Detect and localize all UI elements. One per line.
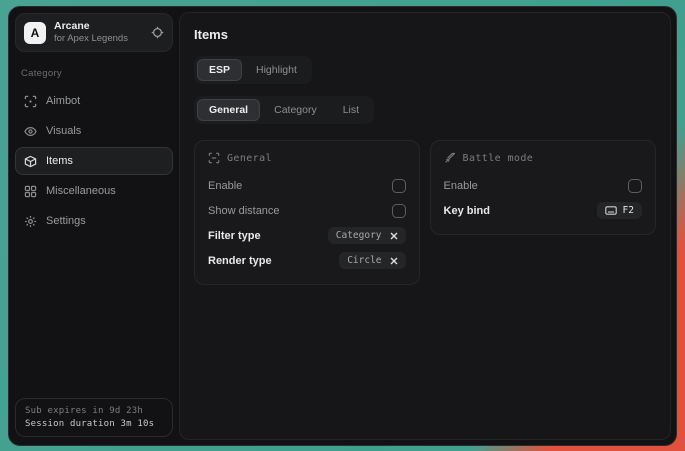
general-settings-card: General Enable Show distance Filter type…	[194, 140, 420, 285]
secondary-tab-group: General Category List	[194, 96, 374, 124]
setting-row-render-type: Render type Circle	[208, 248, 406, 273]
primary-tab-group: ESP Highlight	[194, 56, 312, 84]
render-type-select[interactable]: Circle	[339, 252, 405, 269]
sidebar-item-label: Items	[46, 155, 73, 167]
battle-mode-card: Battle mode Enable Key bind	[430, 140, 656, 235]
setting-row-enable: Enable	[208, 173, 406, 198]
sidebar-section-label: Category	[21, 68, 173, 79]
battle-enable-checkbox[interactable]	[628, 179, 642, 193]
setting-label: Show distance	[208, 205, 280, 217]
panel-header: General	[208, 152, 406, 164]
enable-checkbox[interactable]	[392, 179, 406, 193]
tab-list[interactable]: List	[331, 99, 371, 121]
scan-icon	[208, 152, 220, 164]
sidebar-item-aimbot[interactable]: Aimbot	[15, 87, 173, 115]
setting-label: Enable	[208, 180, 242, 192]
main-panel: Items ESP Highlight General Category Lis…	[179, 12, 671, 440]
setting-row-show-distance: Show distance	[208, 198, 406, 223]
sword-icon	[444, 152, 456, 164]
sidebar-item-label: Settings	[46, 215, 86, 227]
sidebar: A Arcane for Apex Legends Category	[9, 7, 177, 445]
panel-title: Battle mode	[463, 153, 534, 164]
app-logo: A	[24, 22, 46, 44]
grid-icon	[24, 185, 37, 198]
sidebar-item-label: Miscellaneous	[46, 185, 116, 197]
sidebar-nav: Aimbot Visuals	[15, 87, 173, 235]
setting-label: Key bind	[444, 205, 490, 217]
filter-type-select[interactable]: Category	[328, 227, 406, 244]
selected-value: Circle	[347, 255, 381, 266]
sub-expiry-text: Sub expires in 9d 23h	[25, 406, 163, 416]
sidebar-item-miscellaneous[interactable]: Miscellaneous	[15, 177, 173, 205]
app-name: Arcane	[54, 20, 128, 33]
keyboard-icon	[605, 206, 617, 215]
sidebar-item-settings[interactable]: Settings	[15, 207, 173, 235]
keybind-value: F2	[623, 205, 634, 216]
session-duration-text: Session duration 3m 10s	[25, 419, 163, 429]
app-window: A Arcane for Apex Legends Category	[8, 6, 677, 446]
sidebar-item-label: Aimbot	[46, 95, 80, 107]
eye-icon	[24, 125, 37, 138]
app-subtitle: for Apex Legends	[54, 33, 128, 45]
tab-esp[interactable]: ESP	[197, 59, 242, 81]
setting-label: Render type	[208, 255, 272, 267]
setting-row-enable: Enable	[444, 173, 642, 198]
setting-row-key-bind: Key bind F2	[444, 198, 642, 223]
gear-icon	[24, 215, 37, 228]
sidebar-item-label: Visuals	[46, 125, 81, 137]
tab-general[interactable]: General	[197, 99, 260, 121]
setting-row-filter-type: Filter type Category	[208, 223, 406, 248]
close-icon[interactable]	[390, 257, 398, 265]
setting-label: Enable	[444, 180, 478, 192]
selected-value: Category	[336, 230, 382, 241]
app-header-card: A Arcane for Apex Legends	[15, 13, 173, 52]
setting-label: Filter type	[208, 230, 261, 242]
panel-title: General	[227, 153, 272, 164]
close-icon[interactable]	[390, 232, 398, 240]
subscription-card: Sub expires in 9d 23h Session duration 3…	[15, 398, 173, 437]
sidebar-item-visuals[interactable]: Visuals	[15, 117, 173, 145]
tab-category[interactable]: Category	[262, 99, 329, 121]
crosshair-icon	[24, 95, 37, 108]
panel-header: Battle mode	[444, 152, 642, 164]
show-distance-checkbox[interactable]	[392, 204, 406, 218]
keybind-button[interactable]: F2	[597, 202, 642, 219]
sidebar-item-items[interactable]: Items	[15, 147, 173, 175]
tab-highlight[interactable]: Highlight	[244, 59, 309, 81]
page-title: Items	[194, 27, 656, 42]
package-icon	[24, 155, 37, 168]
crosshair-icon[interactable]	[151, 26, 164, 39]
app-meta: Arcane for Apex Legends	[54, 20, 128, 45]
